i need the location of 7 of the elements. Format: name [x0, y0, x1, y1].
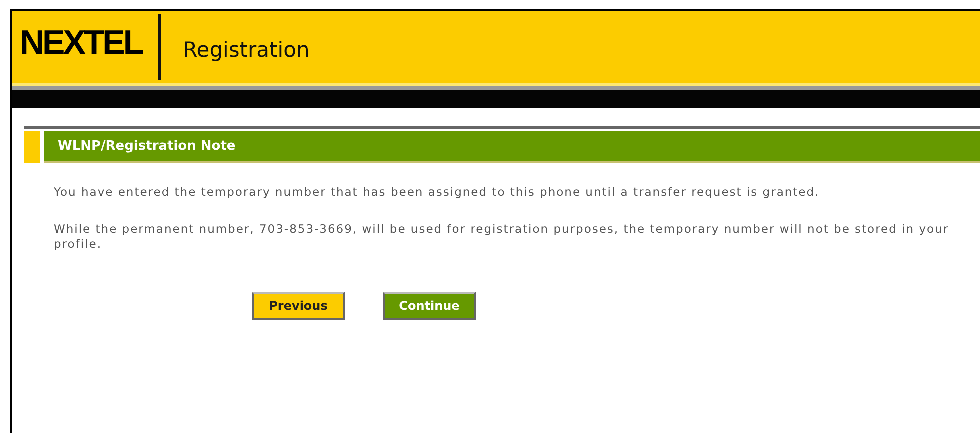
note-paragraph: You have entered the temporary number that has been assigned to this phone until a transfer request is granted.: [54, 185, 821, 200]
section-title: WLNP/Registration Note: [44, 131, 980, 163]
previous-button[interactable]: Previous: [252, 292, 345, 320]
note-paragraph: While the permanent number, 703-853-3669, will be used for registration purposes, the temporary number will not be stored in your profile.: [54, 222, 950, 252]
page-title: Registration: [183, 38, 310, 62]
logo-divider: [158, 14, 162, 80]
logo: NEXTEL: [20, 24, 142, 62]
